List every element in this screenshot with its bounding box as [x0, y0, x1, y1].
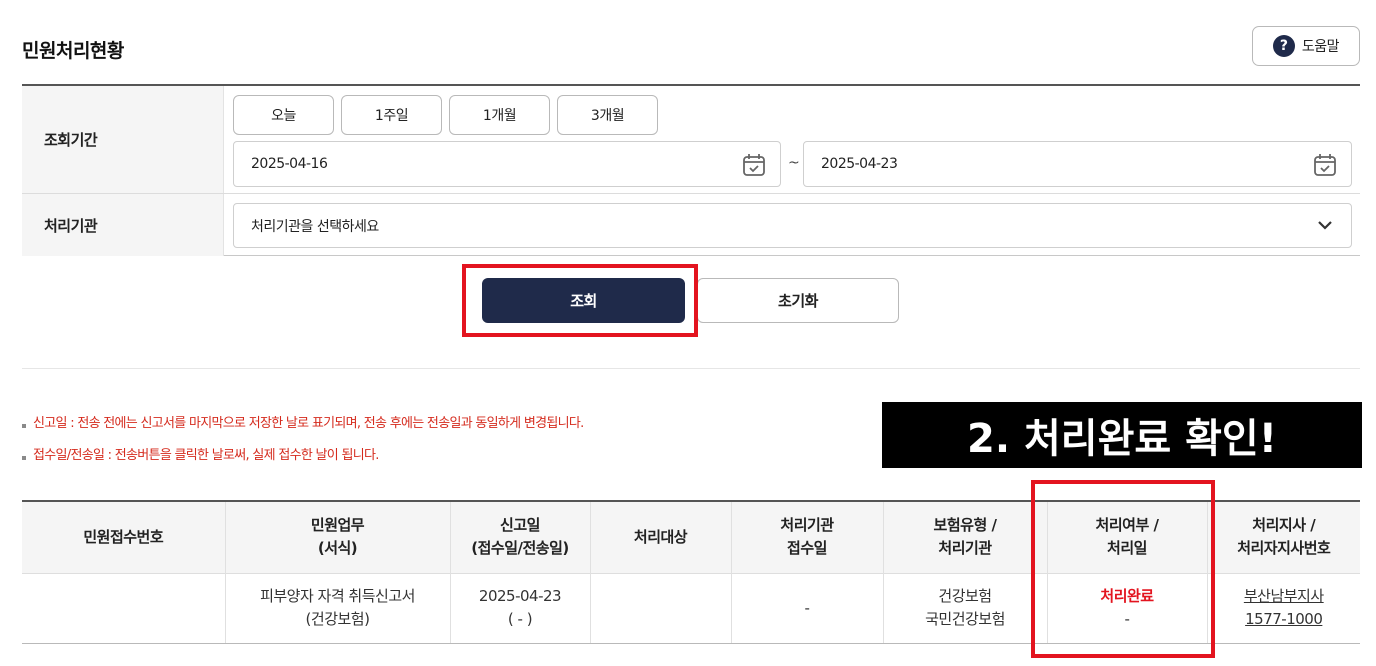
task-form: (건강보험): [305, 610, 370, 628]
report-date-sub: ( - ): [507, 610, 533, 628]
status-column-highlight: [1031, 480, 1215, 658]
cell-agency-receipt-date: -: [730, 572, 883, 644]
processing-agency: 국민건강보험: [925, 610, 1005, 628]
start-date-field[interactable]: 2025-04-16: [233, 141, 781, 187]
agency-row: 처리기관 처리기관을 선택하세요: [22, 194, 1360, 256]
header-target[interactable]: 처리대상: [589, 501, 731, 573]
period-row: 조회기간 오늘 1주일 1개월 3개월 2025-04-16 ~ 2025-04…: [22, 86, 1360, 194]
reset-button[interactable]: 초기화: [697, 278, 899, 323]
notice-report-date: 신고일 : 전송 전에는 신고서를 마지막으로 저장한 날로 표기되며, 전송 …: [22, 412, 584, 431]
end-date-field[interactable]: 2025-04-23: [803, 141, 1352, 187]
period-button-3months[interactable]: 3개월: [557, 95, 658, 135]
header-receipt-no[interactable]: 민원접수번호: [22, 501, 225, 573]
bullet: [22, 456, 26, 460]
notice-text: 신고일 : 전송 전에는 신고서를 마지막으로 저장한 날로 표기되며, 전송 …: [33, 416, 584, 431]
period-button-today[interactable]: 오늘: [233, 95, 334, 135]
help-button[interactable]: ? 도움말: [1252, 26, 1360, 66]
end-date-value: 2025-04-23: [821, 156, 898, 172]
header-agency-receipt[interactable]: 처리기관 접수일: [730, 501, 883, 573]
agency-select[interactable]: 처리기관을 선택하세요: [233, 203, 1352, 248]
notice-text: 접수일/전송일 : 전송버튼을 클릭한 날로써, 실제 접수한 날이 됩니다.: [33, 448, 379, 463]
search-button-highlight: [462, 264, 698, 337]
cell-insurance-type: 건강보험 국민건강보험: [882, 572, 1047, 644]
period-label: 조회기간: [22, 86, 224, 193]
start-date-value: 2025-04-16: [251, 156, 328, 172]
cell-target: [589, 572, 731, 644]
cell-task: 피부양자 자격 취득신고서 (건강보험): [224, 572, 450, 644]
cell-branch: 부산남부지사 1577-1000: [1206, 572, 1361, 644]
calendar-icon[interactable]: [1312, 152, 1338, 178]
bullet: [22, 424, 26, 428]
chevron-down-icon: [1318, 221, 1332, 230]
date-range-separator: ~: [788, 155, 800, 171]
cell-receipt-no: [22, 572, 225, 644]
header-task[interactable]: 민원업무 (서식): [224, 501, 450, 573]
notice-receipt-date: 접수일/전송일 : 전송버튼을 클릭한 날로써, 실제 접수한 날이 됩니다.: [22, 444, 379, 463]
agency-select-placeholder: 처리기관을 선택하세요: [251, 218, 379, 235]
calendar-icon[interactable]: [741, 152, 767, 178]
header-branch[interactable]: 처리지사 / 처리자지사번호: [1206, 501, 1360, 573]
cell-report-date: 2025-04-23 ( - ): [449, 572, 590, 644]
header-report-date[interactable]: 신고일 (접수일/전송일): [449, 501, 590, 573]
annotation-banner: 2. 처리완료 확인!: [882, 402, 1362, 468]
question-icon: ?: [1272, 35, 1295, 57]
task-name: 피부양자 자격 취득신고서: [260, 587, 415, 605]
agency-label: 처리기관: [22, 194, 224, 256]
insurance-type: 건강보험: [938, 587, 992, 605]
period-button-1week[interactable]: 1주일: [341, 95, 442, 135]
help-label: 도움말: [1301, 39, 1340, 55]
branch-link[interactable]: 부산남부지사: [1208, 585, 1361, 608]
header-insurance-type[interactable]: 보험유형 / 처리기관: [882, 501, 1047, 573]
search-form: 조회기간 오늘 1주일 1개월 3개월 2025-04-16 ~ 2025-04…: [22, 84, 1360, 256]
branch-phone-link[interactable]: 1577-1000: [1208, 608, 1361, 631]
period-button-1month[interactable]: 1개월: [449, 95, 550, 135]
report-date: 2025-04-23: [478, 587, 562, 605]
section-divider: [22, 368, 1360, 369]
page-title: 민원처리현황: [22, 40, 124, 62]
